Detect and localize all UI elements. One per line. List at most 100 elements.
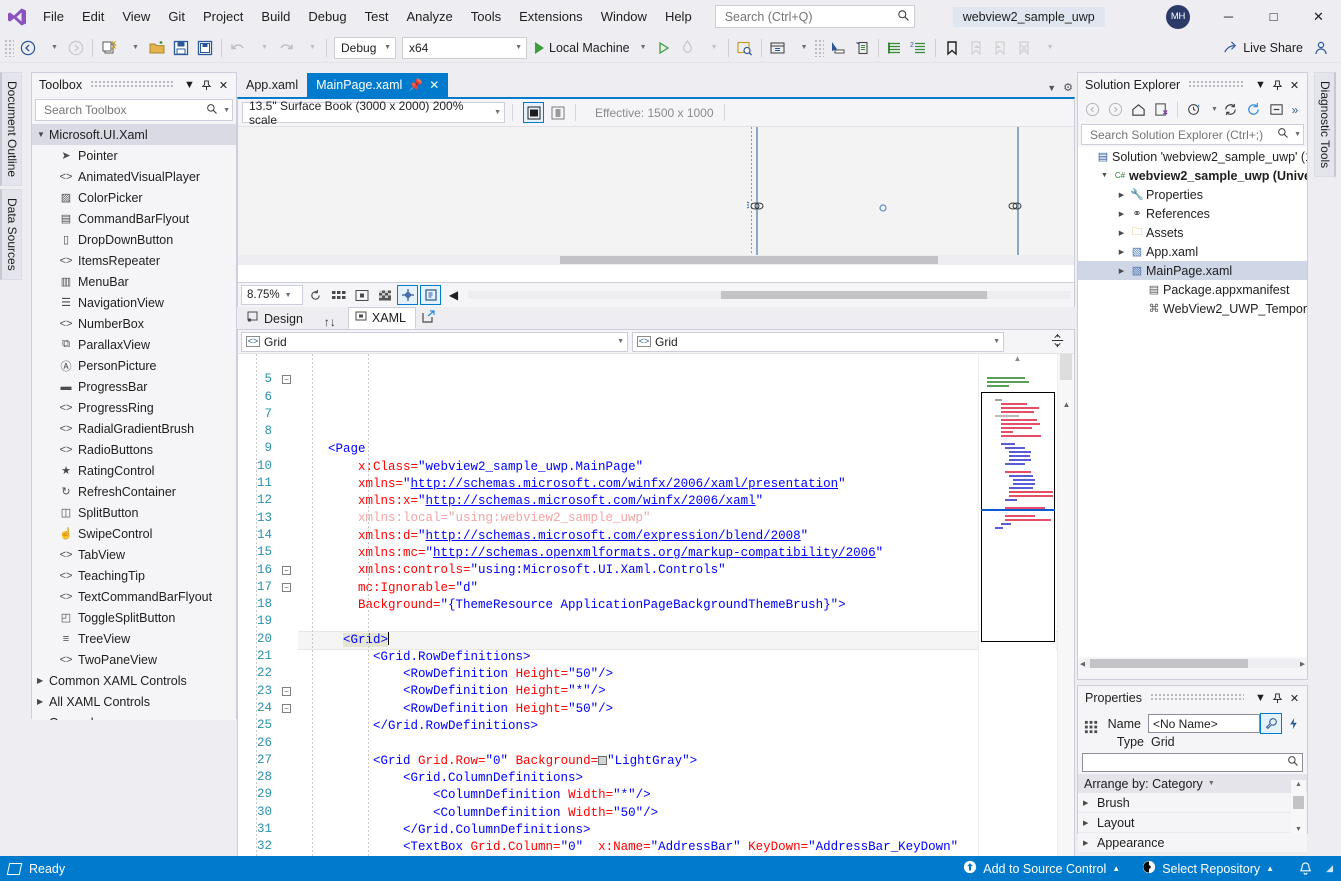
menu-item-git[interactable]: Git	[159, 5, 194, 28]
toolbox-item[interactable]: ▥MenuBar	[32, 271, 236, 292]
navigate-back-dropdown[interactable]: ▼	[40, 36, 64, 60]
live-visual-tree-dropdown[interactable]: ▼	[790, 36, 814, 60]
properties-pin-icon[interactable]	[1269, 689, 1286, 707]
dock-tab-data-sources[interactable]: Data Sources	[0, 189, 22, 280]
toolbox-group[interactable]: ▶All XAML Controls	[32, 691, 236, 712]
code-line[interactable]: <ColumnDefinition Width="*"/>	[298, 787, 1074, 804]
pin-icon[interactable]: 📌	[408, 78, 423, 92]
previous-bookmark-icon[interactable]	[964, 36, 988, 60]
toolbox-item[interactable]: ↻RefreshContainer	[32, 481, 236, 502]
properties-tab-icon[interactable]	[1260, 713, 1282, 734]
add-to-source-control-button[interactable]: Add to Source Control ▲	[952, 856, 1131, 881]
toolbar-grip[interactable]	[4, 39, 14, 57]
toolbar-grip-2[interactable]	[814, 39, 824, 57]
properties-arrange-by[interactable]: Arrange by: Category ▼	[1078, 774, 1307, 793]
device-selector-combo[interactable]: 13.5" Surface Book (3000 x 2000) 200% sc…	[242, 102, 505, 123]
feedback-icon[interactable]	[1309, 36, 1333, 60]
search-input[interactable]	[723, 9, 896, 25]
toolbox-item[interactable]: <>ProgressRing	[32, 397, 236, 418]
save-all-icon[interactable]	[193, 36, 217, 60]
code-line[interactable]: <TextBox Grid.Column="0" x:Name="Address…	[298, 839, 1074, 856]
code-line[interactable]	[298, 735, 1074, 752]
toolbox-item[interactable]: ☝SwipeControl	[32, 523, 236, 544]
properties-drag-handle[interactable]	[1150, 694, 1244, 702]
minimap-scroll-up-icon[interactable]: ▲	[979, 354, 1056, 372]
dock-tab-diagnostic-tools[interactable]: Diagnostic Tools	[1314, 72, 1336, 177]
properties-close-icon[interactable]: ✕	[1286, 689, 1303, 707]
menu-item-file[interactable]: File	[34, 5, 73, 28]
code-line[interactable]: <ColumnDefinition Width="50"/>	[298, 805, 1074, 822]
orientation-portrait-button[interactable]	[547, 102, 568, 123]
solution-explorer-search-input[interactable]	[1088, 127, 1277, 143]
solution-explorer-drag-handle[interactable]	[1188, 81, 1244, 89]
link-adorner-left-icon[interactable]	[743, 199, 765, 216]
solution-platform-combo[interactable]: x64▼	[402, 37, 527, 59]
code-line[interactable]: <RowDefinition Height="50"/>	[298, 701, 1074, 718]
document-tab-mainpage-xaml[interactable]: MainPage.xaml 📌 ✕	[307, 73, 448, 97]
properties-category[interactable]: ▶Brush	[1078, 793, 1307, 813]
solution-tree-node[interactable]: ⌘WebView2_UWP_TemporaryKe	[1078, 299, 1307, 318]
redo-icon[interactable]	[274, 36, 298, 60]
events-tab-icon[interactable]	[1282, 713, 1304, 734]
solution-tree-horizontal-scrollbar[interactable]: ◀ ▶	[1078, 657, 1307, 670]
scroll-up-arrow-icon[interactable]: ▲	[1295, 781, 1302, 788]
solution-explorer-overflow-icon[interactable]: »	[1288, 99, 1302, 120]
toolbox-search-options-icon[interactable]: ▼	[223, 107, 230, 114]
fold-toggle-icon[interactable]: −	[282, 375, 291, 384]
xaml-hot-reload-icon[interactable]	[826, 36, 850, 60]
code-line[interactable]: <Grid.ColumnDefinitions>	[298, 770, 1074, 787]
maximize-button[interactable]: □	[1251, 0, 1296, 33]
close-button[interactable]: ✕	[1296, 0, 1341, 33]
editor-vertical-scrollbar[interactable]: ▲	[1057, 354, 1074, 881]
menu-item-help[interactable]: Help	[656, 5, 701, 28]
document-tab-app-xaml[interactable]: App.xaml	[237, 73, 307, 97]
solution-tree-node[interactable]: ▶🗀Assets	[1078, 223, 1307, 242]
code-line[interactable]: xmlns:controls="using:Microsoft.UI.Xaml.…	[298, 562, 1074, 579]
save-icon[interactable]	[169, 36, 193, 60]
collapse-pane-icon[interactable]: ◀	[443, 285, 464, 305]
fold-toggle-icon[interactable]: −	[282, 566, 291, 575]
toolbox-item[interactable]: ◰ToggleSplitButton	[32, 607, 236, 628]
start-debug-button[interactable]: Local Machine ▼	[530, 36, 652, 60]
code-minimap[interactable]: ▲	[978, 354, 1056, 881]
code-line[interactable]: xmlns:local="using:webview2_sample_uwp"	[298, 510, 1074, 527]
toolbox-item-list[interactable]: ▼ Microsoft.UI.Xaml ➤Pointer<>AnimatedVi…	[32, 124, 236, 720]
toggle-bookmark-icon[interactable]	[940, 36, 964, 60]
toolbox-item[interactable]: ◫SplitButton	[32, 502, 236, 523]
link-adorner-right-icon[interactable]	[1006, 199, 1026, 216]
open-file-icon[interactable]	[145, 36, 169, 60]
chevron-right-icon[interactable]: ▶	[1115, 248, 1128, 256]
toolbox-item[interactable]: ⧉ParallaxView	[32, 334, 236, 355]
menu-item-window[interactable]: Window	[592, 5, 656, 28]
code-line[interactable]: </Grid.RowDefinitions>	[298, 718, 1074, 735]
fold-toggle-icon[interactable]: −	[282, 687, 291, 696]
gear-icon[interactable]: ⚙	[1063, 81, 1073, 94]
toolbox-item[interactable]: ▬ProgressBar	[32, 376, 236, 397]
solution-tree-node[interactable]: ▶▧MainPage.xaml	[1078, 261, 1307, 280]
redo-dropdown[interactable]: ▼	[298, 36, 322, 60]
navigation-bar-left-combo[interactable]: <> Grid ▼	[241, 332, 628, 352]
comment-selection-icon[interactable]	[883, 36, 907, 60]
scroll-right-arrow-icon[interactable]: ▶	[1300, 660, 1305, 668]
next-bookmark-icon[interactable]	[988, 36, 1012, 60]
solution-configuration-combo[interactable]: Debug▼	[334, 37, 396, 59]
pending-changes-filter-icon[interactable]	[1150, 99, 1172, 120]
toolbox-search-input[interactable]	[42, 102, 206, 118]
toolbox-search-box[interactable]: ▼	[35, 99, 233, 121]
pending-changes-icon[interactable]	[1183, 99, 1205, 120]
live-share-button[interactable]: Live Share	[1217, 36, 1309, 60]
properties-category[interactable]: ▶Layout	[1078, 813, 1307, 833]
code-line[interactable]: xmlns="http://schemas.microsoft.com/winf…	[298, 476, 1074, 493]
code-folding-margin[interactable]: −−−−−	[278, 354, 298, 881]
resize-grip-icon[interactable]: ◢	[1326, 863, 1337, 874]
sync-with-active-document-icon[interactable]	[1219, 99, 1241, 120]
menu-item-build[interactable]: Build	[252, 5, 299, 28]
code-line[interactable]: <Grid.RowDefinitions>	[298, 649, 1074, 666]
hot-reload-icon[interactable]	[676, 36, 700, 60]
global-search-box[interactable]	[715, 5, 915, 28]
collapse-all-icon[interactable]	[1265, 99, 1287, 120]
navigate-back-button[interactable]	[16, 36, 40, 60]
toolbox-item[interactable]: ▨ColorPicker	[32, 187, 236, 208]
toolbox-item[interactable]: <>TeachingTip	[32, 565, 236, 586]
select-element-icon[interactable]	[733, 36, 757, 60]
